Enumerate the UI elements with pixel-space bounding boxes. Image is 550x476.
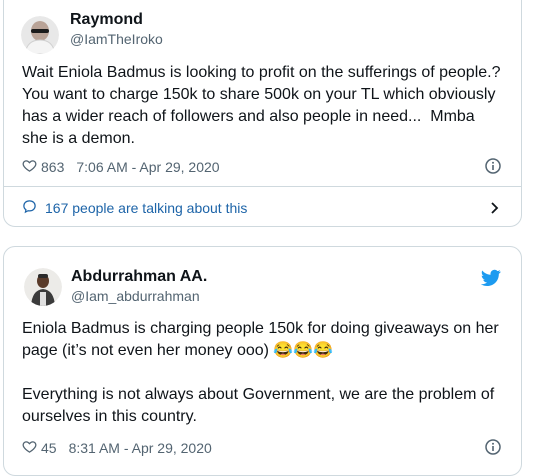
tweet-card[interactable]: Abdurrahman AA. @Iam_abdurrahman Eniola …: [3, 246, 522, 476]
conversation-label: 167 people are talking about this: [45, 200, 248, 216]
chevron-right-icon[interactable]: [487, 201, 501, 215]
tweet-text-paragraph-2: Everything is not always about Governmen…: [22, 386, 499, 425]
like-count: 863: [41, 159, 65, 175]
author-name[interactable]: Abdurrahman AA.: [71, 268, 207, 286]
divider: [4, 186, 521, 187]
twitter-bird-icon[interactable]: [480, 269, 501, 287]
tweet-card[interactable]: Raymond @IamTheIroko Wait Eniola Badmus …: [3, 0, 522, 227]
avatar[interactable]: [24, 268, 62, 306]
author-handle[interactable]: @Iam_abdurrahman: [71, 288, 200, 304]
info-icon[interactable]: [485, 158, 501, 174]
avatar[interactable]: [21, 16, 59, 54]
conversation-link[interactable]: 167 people are talking about this: [22, 199, 247, 217]
info-icon[interactable]: [485, 439, 501, 455]
author-name[interactable]: Raymond: [70, 11, 143, 29]
speech-bubble-icon: [22, 199, 37, 217]
author-handle[interactable]: @IamTheIroko: [70, 31, 163, 47]
tweet-meta: 863 7:06 AM - Apr 29, 2020: [22, 158, 220, 176]
emoji-laughing: 😂😂😂: [273, 342, 334, 359]
like-count: 45: [41, 440, 57, 456]
timestamp[interactable]: 8:31 AM - Apr 29, 2020: [69, 440, 212, 456]
tweet-text: Wait Eniola Badmus is looking to profit …: [22, 64, 505, 147]
tweet-meta: 45 8:31 AM - Apr 29, 2020: [22, 439, 212, 457]
timestamp[interactable]: 7:06 AM - Apr 29, 2020: [76, 159, 219, 175]
tweet-text: Eniola Badmus is charging people 150k fo…: [22, 318, 501, 362]
heart-icon[interactable]: [22, 439, 37, 457]
tweet-text-line1: Eniola Badmus is charging people 150k fo…: [22, 320, 504, 359]
heart-icon[interactable]: [22, 158, 37, 176]
